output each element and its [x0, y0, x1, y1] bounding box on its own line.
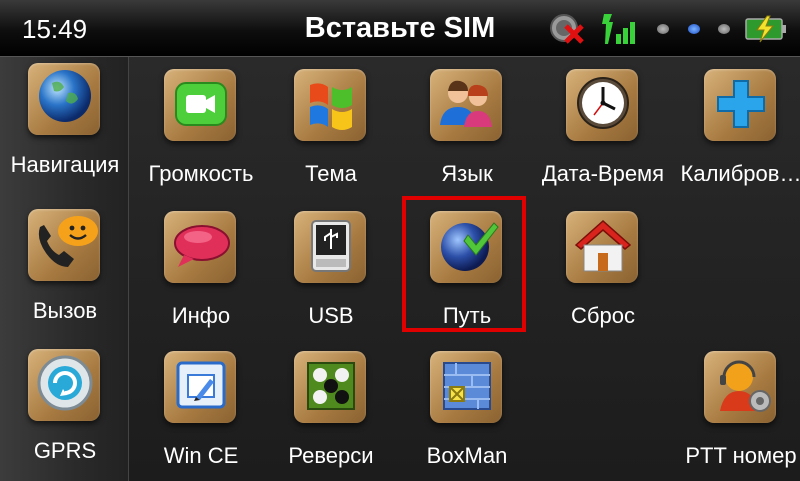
sidebar-item-label: Навигация	[10, 152, 120, 177]
tile-label: USB	[308, 303, 354, 328]
sidebar-item-gprs[interactable]: GPRS	[0, 343, 130, 481]
video-camera-icon	[175, 82, 227, 126]
tile-label: Язык	[441, 161, 493, 186]
headset-user-icon	[720, 360, 771, 412]
gprs-icon	[37, 355, 93, 411]
tile-reset[interactable]: Сброс	[538, 205, 668, 345]
tile-label: Калибров…	[680, 161, 800, 186]
windows-flag-icon	[310, 83, 352, 130]
sidebar-item-navigation[interactable]: Навигация	[0, 57, 130, 197]
dot-icon	[657, 24, 669, 34]
phone-chat-icon	[38, 216, 98, 267]
battery-charging-icon	[745, 15, 786, 43]
sidebar-item-label: Вызов	[32, 298, 98, 323]
tile-theme[interactable]: Тема	[266, 63, 396, 203]
dot-icon	[688, 24, 700, 34]
sidebar: Навигация Вызов GPRS	[0, 57, 129, 481]
usb-drive-icon	[311, 220, 351, 272]
tile-calibration[interactable]: Калибров…	[676, 63, 800, 203]
dot-icon	[718, 24, 730, 34]
tile-label: Громкость	[148, 161, 254, 186]
tile-label: BoxMan	[426, 443, 508, 468]
sidebar-item-call[interactable]: Вызов	[0, 203, 130, 343]
tile-boxman[interactable]: BoxMan	[402, 345, 532, 481]
tile-label: Инфо	[171, 303, 231, 328]
wince-icon	[176, 361, 226, 409]
tile-label: Сброс	[571, 303, 635, 328]
tile-label: Реверси	[288, 443, 374, 468]
tile-date-time[interactable]: Дата-Время	[538, 63, 668, 203]
globe-icon	[39, 70, 91, 122]
plus-icon	[717, 80, 765, 128]
selection-highlight	[402, 196, 526, 332]
clock-icon	[577, 77, 629, 129]
main-area: Навигация Вызов GPRS Громкость Тема Язык…	[0, 57, 800, 481]
tile-reversi[interactable]: Реверси	[266, 345, 396, 481]
page-title: Вставьте SIM	[304, 12, 496, 44]
tile-language[interactable]: Язык	[402, 63, 532, 203]
status-bar: 15:49 Вставьте SIM	[0, 0, 800, 57]
no-sim-icon	[550, 14, 584, 44]
tile-label: Тема	[305, 161, 357, 186]
device-screen: 15:49 Вставьте SIM Навигация Вызов GPRS …	[0, 0, 800, 481]
clock: 15:49	[22, 14, 88, 44]
reversi-icon	[307, 362, 355, 410]
house-icon	[574, 219, 632, 272]
tile-usb[interactable]: USB	[266, 205, 396, 345]
tile-label: PTT номер	[685, 443, 797, 468]
tile-ptt-number[interactable]: PTT номер	[676, 345, 800, 481]
tile-volume[interactable]: Громкость	[136, 63, 266, 203]
signal-icon	[602, 14, 635, 44]
speech-bubble-icon	[174, 225, 230, 267]
people-icon	[440, 80, 492, 127]
tile-label: Win CE	[163, 443, 239, 468]
tile-label: Дата-Время	[541, 161, 665, 186]
boxman-icon	[443, 362, 491, 410]
tile-info[interactable]: Инфо	[136, 205, 266, 345]
sidebar-item-label: GPRS	[33, 438, 97, 463]
tile-wince[interactable]: Win CE	[136, 345, 266, 481]
